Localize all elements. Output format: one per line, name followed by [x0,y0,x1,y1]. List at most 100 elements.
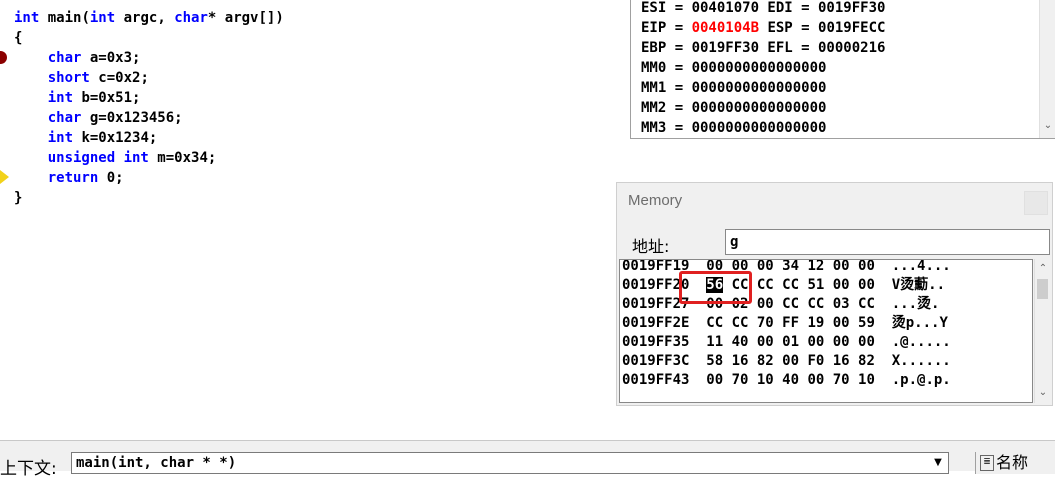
register-line: MM3 = 0000000000000000 [641,118,826,138]
editor-gutter[interactable] [0,0,12,438]
memory-address: 0019FF35 [622,334,690,350]
register-text: EBP = 0019FF30 EFL = 00000216 [641,40,886,56]
memory-ascii: X...... [891,353,951,369]
source-editor[interactable]: int main(int argc, char* argv[]){ char a… [0,0,630,438]
code-text: * argv[]) [207,10,284,26]
register-line: ESI = 00401070 EDI = 0019FF30 [641,0,885,18]
highlight-annotation-box [679,271,752,304]
list-icon: ≣ [980,455,994,471]
code-text: b=0x51; [73,90,141,106]
code-text: g=0x123456; [81,110,183,126]
code-keyword: short [47,70,90,86]
memory-ascii: .@..... [891,334,951,350]
code-line[interactable]: char g=0x123456; [14,108,183,128]
register-text: MM3 = 0000000000000000 [641,120,827,136]
memory-scrollbar[interactable]: ⌃ ⌄ [1034,259,1050,403]
register-text: MM0 = 0000000000000000 [641,60,827,76]
memory-address: 0019FF3C [622,353,690,369]
context-select[interactable]: main(int, char * *) ▼ [71,452,949,474]
memory-ascii: 烫p...Y [891,315,948,331]
register-line: MM0 = 0000000000000000 [641,58,826,78]
memory-bytes: 58 16 82 00 F0 16 82 [706,353,875,369]
register-text: MM1 = 0000000000000000 [641,80,827,96]
memory-row[interactable]: 0019FF43 00 70 10 40 00 70 10 .p.@.p. [622,371,951,390]
code-line[interactable]: unsigned int m=0x34; [14,148,217,168]
code-text: m=0x34; [148,150,217,166]
code-text: 0; [98,170,124,186]
memory-row[interactable]: 0019FF3C 58 16 82 00 F0 16 82 X...... [622,352,951,371]
code-text: } [14,190,23,206]
code-keyword: char [47,110,82,126]
scroll-thumb[interactable] [1037,279,1048,299]
register-line: EIP = 0040104B ESP = 0019FECC [641,18,885,38]
address-label: 地址: [632,237,670,256]
code-keyword: int [14,10,40,26]
memory-row[interactable]: 0019FF35 11 40 00 01 00 00 00 .@..... [622,333,951,352]
code-text: argc, [115,10,175,26]
scroll-up-icon[interactable]: ⌃ [1035,261,1051,277]
scroll-down-icon[interactable]: ⌄ [1040,118,1055,134]
memory-address: 0019FF43 [622,372,690,388]
memory-bytes: 00 70 10 40 00 70 10 [706,372,875,388]
register-value-changed: 0040104B [691,20,760,36]
context-label: 上下文: [0,459,57,479]
register-text: EIP = [641,20,692,36]
code-line[interactable]: int b=0x51; [14,88,141,108]
code-line[interactable]: return 0; [14,168,124,188]
code-text: c=0x2; [89,70,149,86]
memory-row[interactable]: 0019FF20 56 CC CC CC 51 00 00 V烫蘍.. [622,276,945,295]
code-keyword: char [174,10,208,26]
memory-ascii: V烫蘍.. [891,277,946,293]
code-line[interactable]: } [14,188,22,208]
memory-row[interactable]: 0019FF27 00 02 00 CC CC 03 CC ...烫. [622,295,939,314]
memory-ascii: ...4... [891,259,951,274]
chevron-down-icon[interactable]: ▼ [930,455,946,471]
current-line-arrow-icon [0,170,9,184]
address-input[interactable]: g [725,229,1050,255]
close-button[interactable] [1024,191,1048,215]
memory-address: 0019FF2E [622,315,690,331]
scroll-down-icon[interactable]: ⌄ [1035,385,1051,401]
code-keyword: int [89,10,116,26]
code-keyword: char [47,50,82,66]
memory-ascii: .p.@.p. [891,372,951,388]
code-keyword: int [47,130,74,146]
code-text: k=0x1234; [73,130,158,146]
memory-row[interactable]: 0019FF2E CC CC 70 FF 19 00 59 烫p...Y [622,314,948,333]
memory-bytes: CC CC 70 FF 19 00 59 [706,315,875,331]
code-text: { [14,30,23,46]
registers-window: ESI = 00401070 EDI = 0019FF30 EIP = 00401… [630,0,1055,139]
code-line[interactable]: int k=0x1234; [14,128,158,148]
code-line[interactable]: { [14,28,22,48]
register-line: MM2 = 0000000000000000 [641,98,826,118]
memory-bytes: 11 40 00 01 00 00 00 [706,334,875,350]
code-line[interactable]: short c=0x2; [14,68,149,88]
code-line[interactable]: char a=0x3; [14,48,141,68]
code-keyword: int [47,90,74,106]
code-text: a=0x3; [81,50,141,66]
memory-row[interactable]: 0019FF19 00 00 00 34 12 00 00 ...4... [622,259,951,276]
registers-scrollbar[interactable]: ⌄ [1039,0,1055,138]
memory-ascii: ...烫. [891,296,940,312]
code-keyword: return [47,170,99,186]
register-line: EBP = 0019FF30 EFL = 00000216 [641,38,885,58]
context-bar: 上下文: main(int, char * *) ▼ ≣ 名称 [0,440,1055,479]
register-text: MM2 = 0000000000000000 [641,100,827,116]
code-keyword: unsigned int [47,150,149,166]
register-text: ESP = 0019FECC [759,20,886,36]
code-line[interactable]: int main(int argc, char* argv[]) [14,8,284,28]
name-header-label: 名称 [996,453,1029,472]
register-line: MM1 = 0000000000000000 [641,78,826,98]
memory-window-title: Memory [628,192,683,209]
code-text: main( [39,10,90,26]
register-text: ESI = 00401070 EDI = 0019FF30 [641,0,886,16]
name-column-header[interactable]: ≣ 名称 [975,452,1055,474]
context-value: main(int, char * *) [76,455,237,471]
